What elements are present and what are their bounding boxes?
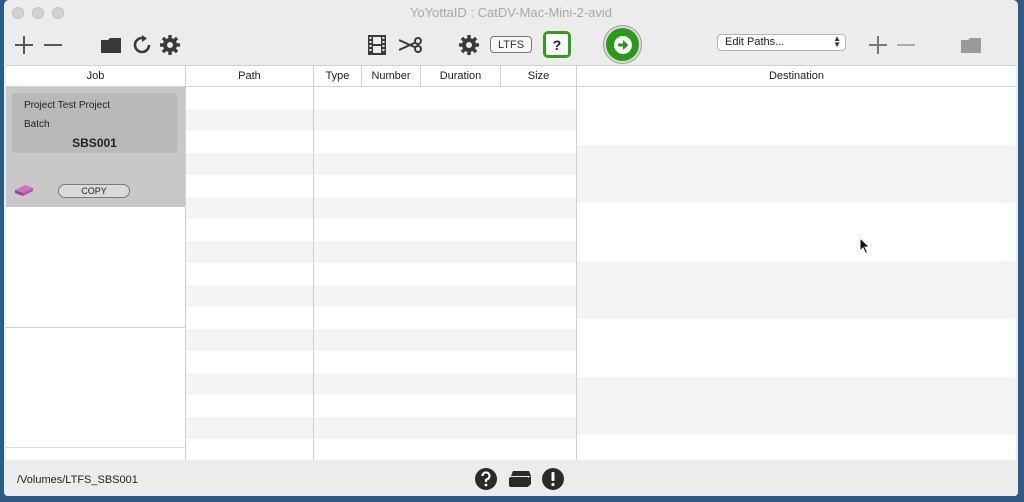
help-button[interactable]: ? — [543, 31, 571, 58]
project-value: Test Project — [57, 100, 110, 111]
add-destination-button[interactable] — [868, 35, 888, 55]
edit-paths-selected: Edit Paths... — [725, 36, 785, 48]
exclamation-circle-icon — [542, 468, 564, 490]
refresh-icon — [133, 35, 151, 54]
header-path[interactable]: Path — [186, 66, 314, 87]
preferences-button[interactable] — [458, 34, 480, 56]
remove-destination-button[interactable] — [895, 35, 917, 55]
header-job[interactable]: Job — [6, 66, 186, 87]
status-bar: /Volumes/LTFS_SBS001 — [4, 460, 1018, 496]
header-type[interactable]: Type — [314, 66, 362, 87]
hard-drive-icon — [509, 471, 531, 487]
title-bar: YoYottaID : CatDV-Mac-Mini-2-avid — [4, 0, 1018, 26]
media-clips-button[interactable] — [366, 34, 388, 56]
batch-label: Batch — [24, 119, 50, 130]
copy-button[interactable]: COPY — [58, 184, 130, 198]
header-destination[interactable]: Destination — [577, 66, 1016, 87]
drive-button[interactable] — [507, 468, 533, 490]
plus-icon — [15, 36, 33, 54]
cut-button[interactable] — [398, 35, 424, 55]
main-table-area: Job Path Type Number Duration Size Desti… — [6, 65, 1016, 461]
job-list-divider — [6, 447, 185, 448]
gear-icon — [459, 35, 479, 55]
scissors-icon — [399, 37, 422, 53]
film-strip-icon — [368, 35, 386, 55]
remove-job-button[interactable] — [42, 35, 64, 55]
status-path: /Volumes/LTFS_SBS001 — [17, 474, 138, 486]
project-label: Project — [24, 100, 56, 111]
folder-icon — [101, 38, 121, 53]
header-number[interactable]: Number — [362, 66, 421, 87]
ltfs-button[interactable]: LTFS — [490, 36, 532, 53]
refresh-button[interactable] — [131, 34, 153, 56]
clip-details-list[interactable] — [314, 87, 577, 461]
arrow-right-circle-icon — [613, 35, 632, 54]
minus-icon — [44, 44, 62, 46]
mouse-cursor-icon — [859, 237, 871, 255]
destination-list[interactable] — [577, 87, 1016, 461]
batch-value: SBS001 — [72, 136, 117, 150]
tape-icon — [13, 181, 35, 197]
help-circle-button[interactable] — [474, 467, 498, 491]
plus-icon — [869, 36, 887, 54]
job-list-divider — [6, 327, 185, 328]
gear-icon — [160, 35, 180, 55]
header-size[interactable]: Size — [501, 66, 577, 87]
app-window: YoYottaID : CatDV-Mac-Mini-2-avid LTFS ?… — [4, 0, 1018, 496]
chevron-up-down-icon: ▲ ▼ — [833, 34, 841, 49]
run-button[interactable] — [606, 28, 639, 61]
alert-button[interactable] — [541, 467, 565, 491]
path-column[interactable] — [186, 87, 314, 461]
question-circle-icon — [475, 468, 497, 490]
header-duration[interactable]: Duration — [421, 66, 501, 87]
open-folder-button[interactable] — [100, 36, 122, 54]
add-job-button[interactable] — [14, 35, 34, 55]
window-title: YoYottaID : CatDV-Mac-Mini-2-avid — [409, 5, 613, 20]
destination-folder-button[interactable] — [960, 36, 982, 54]
folder-icon — [961, 38, 981, 53]
job-card[interactable]: Project Test Project Batch SBS001 COPY — [6, 87, 185, 207]
edit-paths-select[interactable]: Edit Paths... ▲ ▼ — [717, 34, 846, 51]
job-info-panel: Project Test Project Batch SBS001 — [12, 93, 177, 153]
minus-icon — [897, 44, 915, 46]
settings-button[interactable] — [159, 34, 181, 56]
